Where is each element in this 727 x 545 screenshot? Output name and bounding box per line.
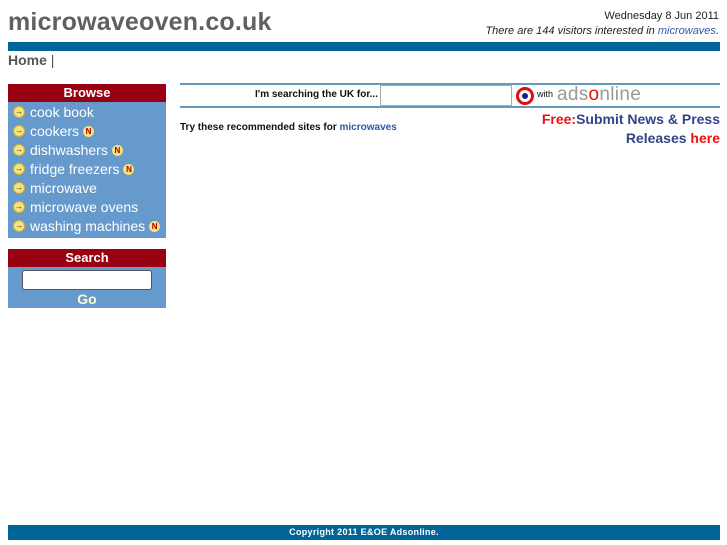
sidebar-search-input[interactable] xyxy=(22,270,152,290)
search-panel: Search Go xyxy=(8,249,166,308)
here-link[interactable]: here xyxy=(690,130,720,146)
new-badge-icon: N xyxy=(111,144,123,156)
visitors-link[interactable]: microwaves xyxy=(658,25,716,37)
home-link[interactable]: Home xyxy=(8,52,47,68)
browse-item-cook-book[interactable]: → cook book xyxy=(8,103,166,122)
breadcrumb-separator: | xyxy=(50,52,55,68)
uk-search-label: I'm searching the UK for... xyxy=(255,89,378,100)
with-label: with xyxy=(537,89,554,99)
current-date: Wednesday 8 Jun 2011 xyxy=(604,10,719,22)
browse-item-label[interactable]: dishwashers xyxy=(30,142,108,158)
arrow-right-icon: → xyxy=(13,163,25,176)
browse-item-microwave-ovens[interactable]: → microwave ovens xyxy=(8,198,166,217)
browse-item-cookers[interactable]: → cookers N xyxy=(8,122,166,141)
new-badge-icon: N xyxy=(123,163,135,175)
browse-item-label[interactable]: fridge freezers xyxy=(30,161,119,177)
browse-item-washing-machines[interactable]: → washing machines N xyxy=(8,217,166,236)
browse-item-microwave[interactable]: → microwave xyxy=(8,179,166,198)
browse-item-label[interactable]: washing machines xyxy=(30,218,145,234)
visitor-count: There are 144 visitors interested in mic… xyxy=(485,25,719,37)
visitors-text: There are 144 visitors interested in xyxy=(485,25,658,37)
browse-panel: Browse → cook book → cookers N → dishwashers… xyxy=(8,84,166,238)
browse-item-label[interactable]: cook book xyxy=(30,104,94,120)
search-heading: Search xyxy=(8,249,166,267)
logo-text-nline: nline xyxy=(599,84,642,105)
site-title[interactable]: microwaveoven.co.uk xyxy=(8,8,272,37)
logo-text-ads: ads xyxy=(557,84,589,105)
footer: Copyright 2011 E&OE Adsonline. xyxy=(8,525,720,540)
arrow-right-icon: → xyxy=(13,125,25,138)
uk-search-bar: I'm searching the UK for... with adsonli… xyxy=(180,83,720,108)
header-bar xyxy=(8,42,720,51)
arrow-right-icon: → xyxy=(13,106,25,119)
arrow-right-icon: → xyxy=(13,144,25,157)
browse-item-label[interactable]: microwave ovens xyxy=(30,199,138,215)
press-release-promo: Free:Submit News & Press Releases here xyxy=(520,110,720,148)
new-badge-icon: N xyxy=(149,220,161,232)
arrow-right-icon: → xyxy=(13,201,25,214)
recommended-link[interactable]: microwaves xyxy=(340,122,397,133)
recommended-text: Try these recommended sites for xyxy=(180,122,340,133)
arrow-right-icon: → xyxy=(13,220,25,233)
browse-item-fridge-freezers[interactable]: → fridge freezers N xyxy=(8,160,166,179)
visitors-suffix: . xyxy=(715,25,719,37)
browse-list: → cook book → cookers N → dishwashers N → frid… xyxy=(8,102,166,238)
browse-item-dishwashers[interactable]: → dishwashers N xyxy=(8,141,166,160)
browse-item-label[interactable]: cookers xyxy=(30,123,79,139)
breadcrumb: Home | xyxy=(8,52,54,68)
target-icon[interactable] xyxy=(516,87,534,105)
recommended-sites: Try these recommended sites for microwav… xyxy=(180,122,397,133)
uk-search-input[interactable] xyxy=(380,85,512,106)
free-label: Free: xyxy=(541,111,577,127)
go-button[interactable]: Go xyxy=(8,291,166,307)
adsonline-logo[interactable]: adsonline xyxy=(557,84,641,106)
arrow-right-icon: → xyxy=(13,182,25,195)
logo-text-o: o xyxy=(588,84,600,105)
new-badge-icon: N xyxy=(83,125,95,137)
browse-item-label[interactable]: microwave xyxy=(30,180,97,196)
browse-heading: Browse xyxy=(8,84,166,102)
